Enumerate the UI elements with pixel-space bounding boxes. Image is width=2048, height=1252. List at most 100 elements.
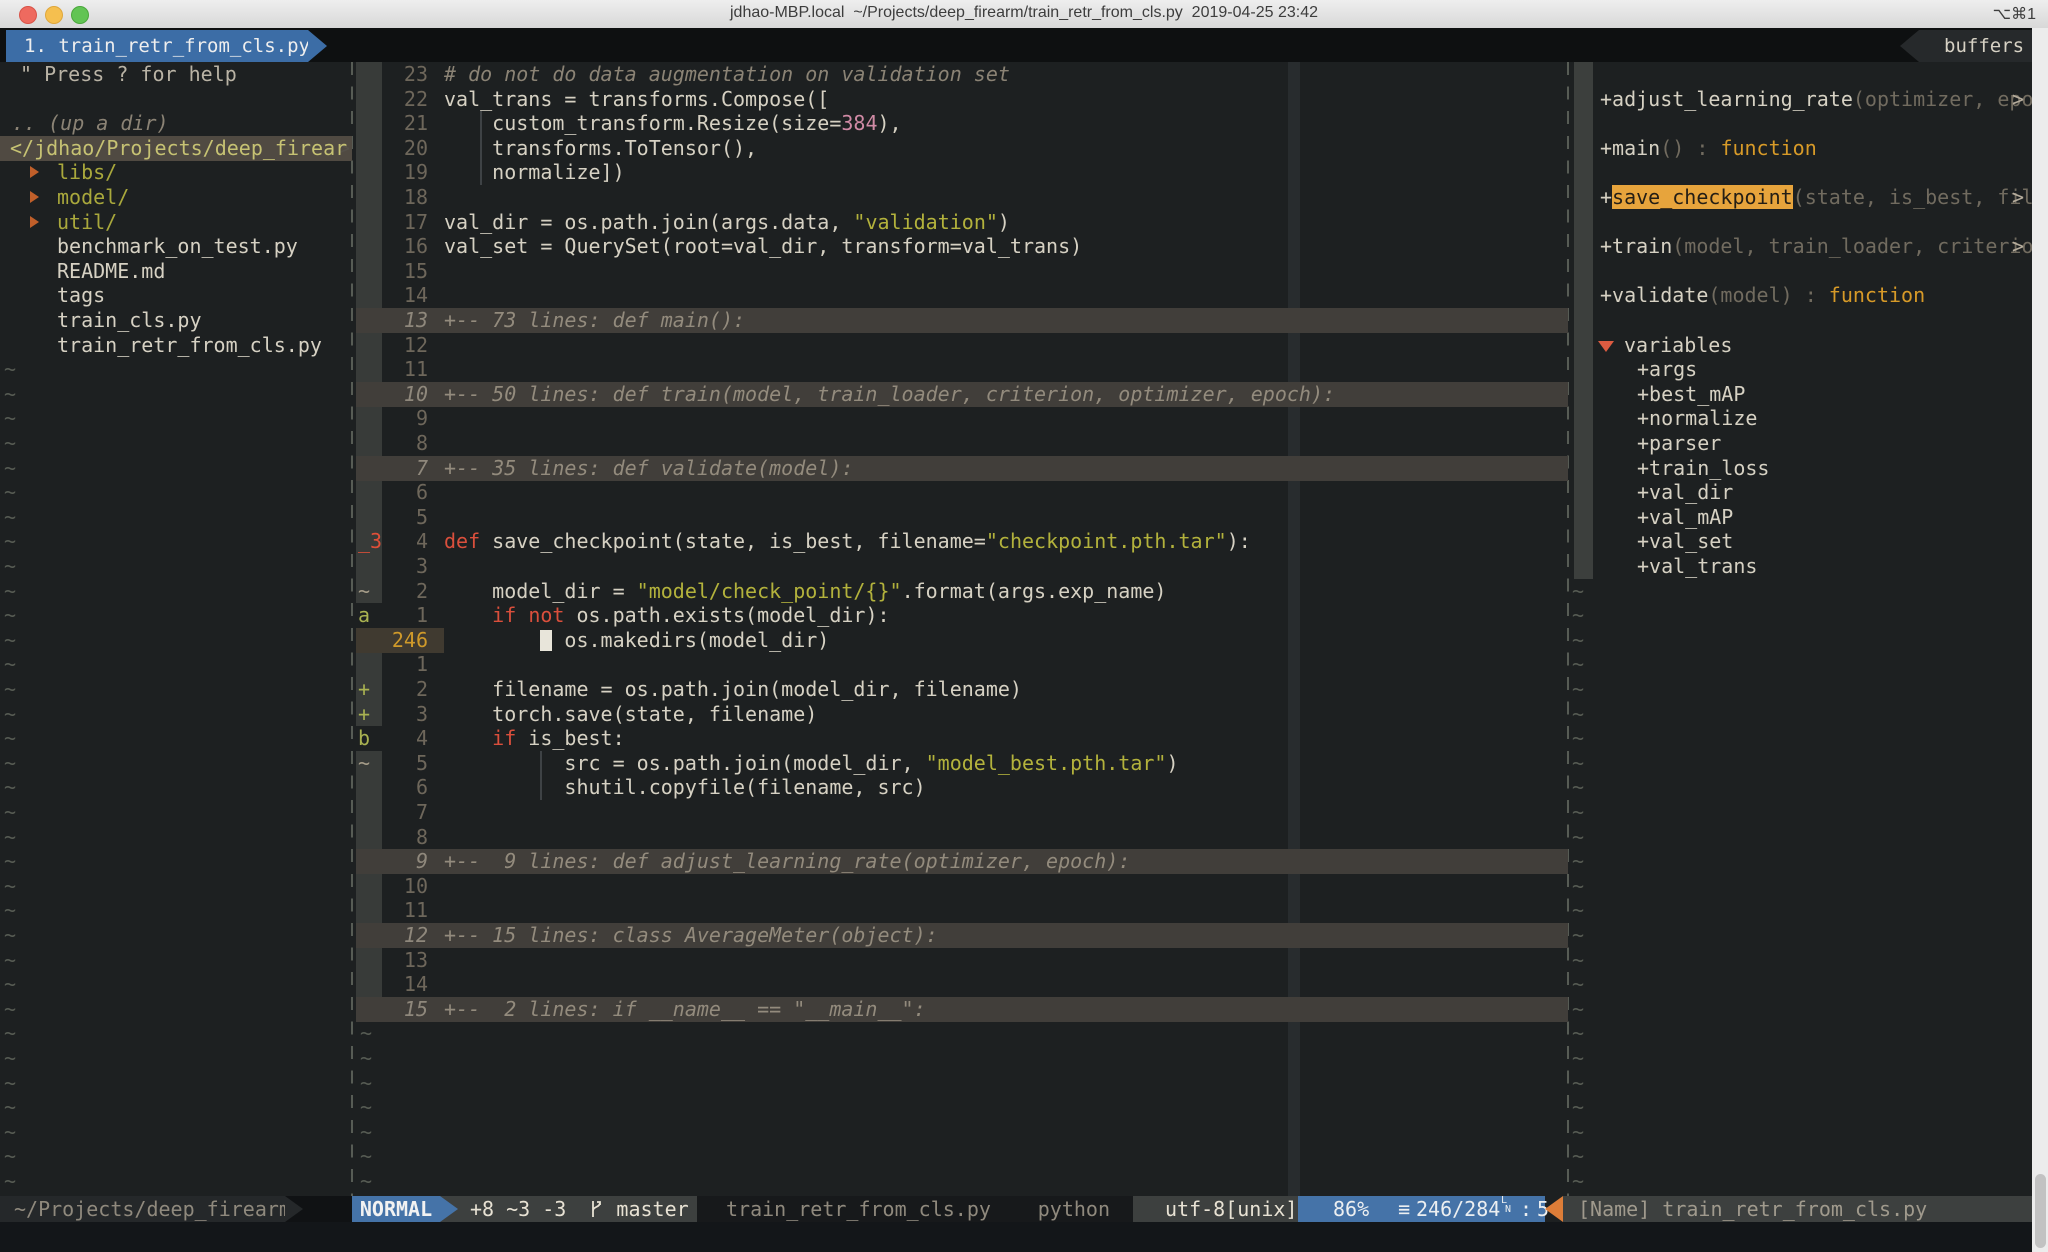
empty-line-tilde: ~ (360, 1021, 372, 1046)
code-line[interactable]: 5 (356, 505, 1568, 530)
code-line[interactable]: 13 (356, 948, 1568, 973)
code-line[interactable]: 22val_trans = transforms.Compose([ (356, 87, 1568, 112)
dir-collapsed-arrow-icon[interactable] (30, 216, 39, 228)
code-line[interactable]: 1 (356, 652, 1568, 677)
tree-item[interactable]: train_cls.py (0, 308, 352, 333)
tag-item[interactable]: +parser (1572, 431, 2032, 456)
tree-item[interactable]: " Press ? for help (0, 62, 352, 87)
code-line[interactable]: +3 torch.save(state, filename) (356, 702, 1568, 727)
tree-dir-item[interactable]: libs/ (0, 160, 352, 185)
command-line[interactable] (0, 1222, 2032, 1252)
tag-item[interactable]: +main() : function (1572, 136, 2032, 161)
tag-item[interactable]: +args (1572, 357, 2032, 382)
tag-item[interactable]: +save_checkpoint(state, is_best, fil> (1572, 185, 2032, 210)
dir-collapsed-arrow-icon[interactable] (30, 166, 39, 178)
code-line[interactable]: 14 (356, 283, 1568, 308)
empty-line-tilde: ~ (4, 357, 16, 382)
code-line[interactable]: 19 normalize]) (356, 160, 1568, 185)
code-line[interactable]: a1 if not os.path.exists(model_dir): (356, 603, 1568, 628)
code-line[interactable]: ~2 model_dir = "model/check_point/{}".fo… (356, 579, 1568, 604)
tag-item[interactable]: +train(model, train_loader, criterio> (1572, 234, 2032, 259)
code-line[interactable]: 23# do not do data augmentation on valid… (356, 62, 1568, 87)
fold-line[interactable]: 7+-- 35 lines: def validate(model): (356, 456, 1568, 481)
code-line[interactable]: 17val_dir = os.path.join(args.data, "val… (356, 210, 1568, 235)
code-line[interactable]: 15 (356, 259, 1568, 284)
empty-line-tilde: ~ (360, 1095, 372, 1120)
tag-item[interactable]: +best_mAP (1572, 382, 2032, 407)
code-line[interactable]: 14 (356, 972, 1568, 997)
tag-item[interactable]: +adjust_learning_rate(optimizer, epo> (1572, 87, 2032, 112)
fold-line[interactable]: 15+-- 2 lines: if __name__ == "__main__"… (356, 997, 1568, 1022)
empty-line-tilde: ~ (4, 1169, 16, 1194)
buffers-arrow-separator (1900, 30, 1919, 62)
empty-line-tilde: ~ (1572, 800, 1584, 825)
empty-line-tilde: ~ (360, 1144, 372, 1169)
tag-item[interactable]: +val_dir (1572, 480, 2032, 505)
code-line[interactable]: 11 (356, 357, 1568, 382)
line-number: 23 (370, 62, 428, 87)
code-line[interactable]: 12 (356, 333, 1568, 358)
line-number: 21 (370, 111, 428, 136)
dir-collapsed-arrow-icon[interactable] (30, 191, 39, 203)
empty-line-tilde: ~ (4, 1071, 16, 1096)
tree-dir-item[interactable]: util/ (0, 210, 352, 235)
empty-line-tilde: ~ (1572, 579, 1584, 604)
fold-line[interactable]: 12+-- 15 lines: class AverageMeter(objec… (356, 923, 1568, 948)
tree-item[interactable]: benchmark_on_test.py (0, 234, 352, 259)
code-line[interactable]: 246 os.makedirs(model_dir) (356, 628, 1568, 653)
code-line[interactable]: 16val_set = QuerySet(root=val_dir, trans… (356, 234, 1568, 259)
code-line[interactable]: 10 (356, 874, 1568, 899)
code-line[interactable]: 9 (356, 406, 1568, 431)
code-line[interactable]: _34def save_checkpoint(state, is_best, f… (356, 529, 1568, 554)
code-line[interactable]: 18 (356, 185, 1568, 210)
empty-line-tilde: ~ (4, 431, 16, 456)
code-line[interactable]: 8 (356, 431, 1568, 456)
tag-item[interactable]: +val_mAP (1572, 505, 2032, 530)
git-branch-icon (588, 1199, 604, 1219)
code-line[interactable]: 8 (356, 825, 1568, 850)
empty-line-tilde: ~ (1572, 1169, 1584, 1194)
code-line[interactable]: 6 shutil.copyfile(filename, src) (356, 775, 1568, 800)
code-line[interactable]: 3 (356, 554, 1568, 579)
tree-item[interactable]: .. (up a dir) (0, 111, 352, 136)
tree-root[interactable]: ></jdhao/Projects/deep_firear (0, 136, 352, 161)
code-line[interactable]: b4 if is_best: (356, 726, 1568, 751)
line-number: 12 (370, 923, 428, 948)
line-number: 5 (370, 751, 428, 776)
code-line[interactable]: +2 filename = os.path.join(model_dir, fi… (356, 677, 1568, 702)
line-number: 6 (370, 775, 428, 800)
tree-item[interactable]: tags (0, 283, 352, 308)
line-number: 1 (370, 652, 428, 677)
line-position: 246/284 (1416, 1196, 1500, 1222)
tree-item[interactable]: README.md (0, 259, 352, 284)
fold-line[interactable]: 9+-- 9 lines: def adjust_learning_rate(o… (356, 849, 1568, 874)
code-line[interactable]: 7 (356, 800, 1568, 825)
tag-kind-variables[interactable]: variables (1572, 333, 2032, 358)
scrollbar-track[interactable] (2032, 28, 2048, 1252)
code-line[interactable]: 20 transforms.ToTensor(), (356, 136, 1568, 161)
encoding-indicator: utf-8[unix] (1133, 1196, 1298, 1222)
tag-item[interactable]: +train_loss (1572, 456, 2032, 481)
empty-line-tilde: ~ (4, 382, 16, 407)
tag-item[interactable]: +normalize (1572, 406, 2032, 431)
empty-line-tilde: ~ (1572, 874, 1584, 899)
tree-dir-item[interactable]: model/ (0, 185, 352, 210)
empty-line-tilde: ~ (4, 480, 16, 505)
code-line[interactable]: 6 (356, 480, 1568, 505)
tag-item[interactable]: +val_set (1572, 529, 2032, 554)
fold-line[interactable]: 10+-- 50 lines: def train(model, train_l… (356, 382, 1568, 407)
tag-item[interactable]: +val_trans (1572, 554, 2032, 579)
iterm-window: jdhao-MBP.local ~/Projects/deep_firearm/… (0, 0, 2048, 1252)
empty-line-tilde: ~ (4, 948, 16, 973)
empty-line-tilde: ~ (1572, 1021, 1584, 1046)
tab-train-retr-from-cls[interactable]: 1. train_retr_from_cls.py (6, 30, 308, 62)
tree-item[interactable]: train_retr_from_cls.py (0, 333, 352, 358)
menu-lines-icon: ≡ (1398, 1196, 1410, 1222)
fold-line[interactable]: 13+-- 73 lines: def main(): (356, 308, 1568, 333)
fold-open-icon[interactable] (1598, 341, 1614, 352)
tag-item[interactable]: +validate(model) : function (1572, 283, 2032, 308)
code-line[interactable]: ~5 src = os.path.join(model_dir, "model_… (356, 751, 1568, 776)
code-line[interactable]: 11 (356, 898, 1568, 923)
code-line[interactable]: 21 custom_transform.Resize(size=384), (356, 111, 1568, 136)
scrollbar-thumb[interactable] (2035, 1174, 2046, 1248)
